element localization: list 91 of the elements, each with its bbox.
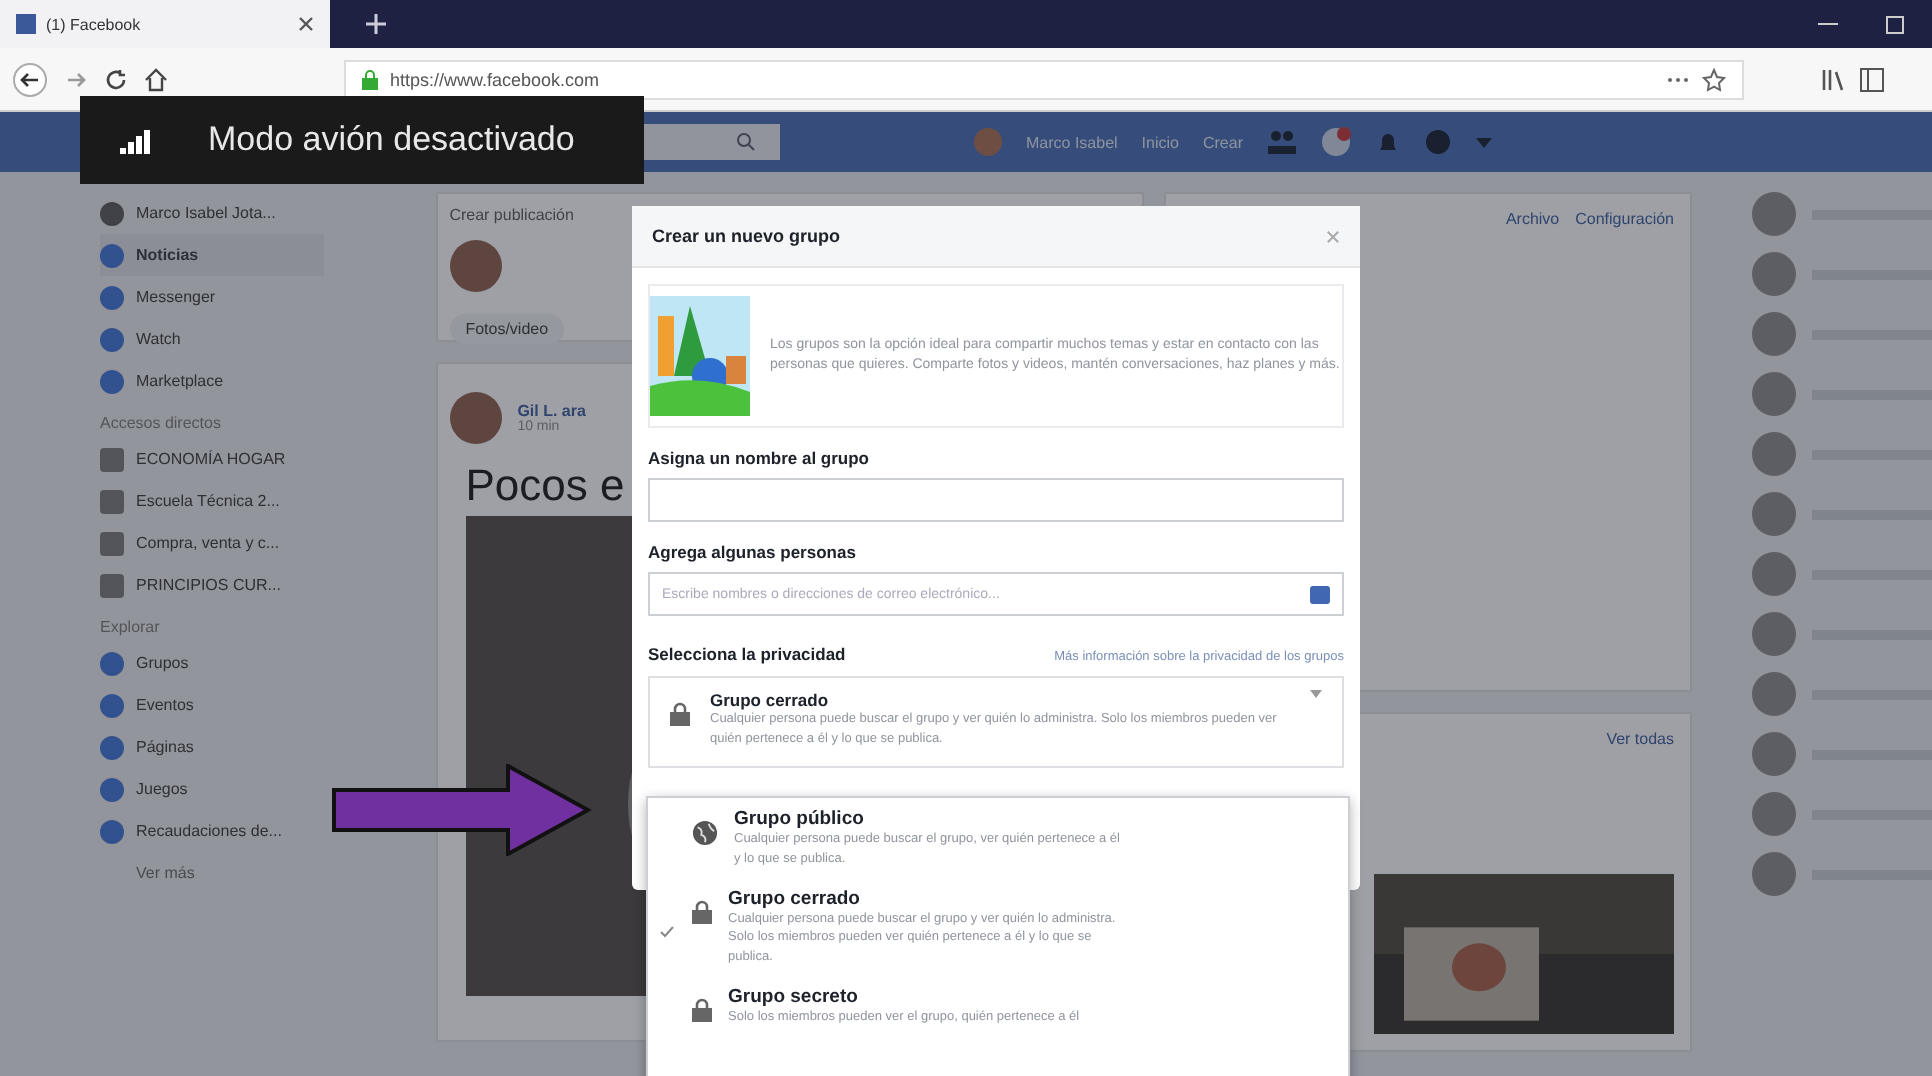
post-author[interactable]: Gil L. ara [517, 402, 586, 420]
app-icon [100, 777, 124, 801]
signal-icon [120, 126, 156, 154]
contacts-icon [1310, 585, 1330, 603]
contact-avatar[interactable] [1752, 312, 1796, 356]
star-icon[interactable] [1702, 67, 1726, 91]
profile-link[interactable]: Marco Isabel Jota... [136, 204, 276, 222]
app-icon [100, 243, 124, 267]
browser-tab[interactable]: (1) Facebook [0, 0, 330, 48]
sidebar-item[interactable]: Grupos [100, 642, 324, 684]
sidebar-item[interactable]: Compra, venta y c... [100, 522, 324, 564]
see-all-link[interactable]: Ver todas [1606, 730, 1674, 748]
sidebar-item[interactable]: Marketplace [100, 360, 324, 402]
check-icon [660, 925, 674, 937]
avatar[interactable] [974, 128, 1002, 156]
friends-icon[interactable] [1267, 130, 1295, 154]
search-icon [736, 132, 756, 152]
notification-toast: Modo avión desactivado [80, 96, 644, 184]
facebook-icon [16, 14, 36, 34]
sidebar-item[interactable]: Recaudaciones de... [100, 810, 324, 852]
back-icon[interactable] [12, 61, 48, 97]
field-label: Agrega algunas personas [648, 542, 858, 562]
caret-icon[interactable] [1475, 137, 1491, 147]
more-icon[interactable] [1666, 75, 1690, 83]
sidebar-item[interactable]: Messenger [100, 276, 324, 318]
dialog-title: Crear un nuevo grupo [652, 226, 841, 246]
sidebar-item[interactable]: PRINCIPIOS CUR... [100, 564, 324, 606]
contact-avatar[interactable] [1752, 372, 1796, 416]
composer-title: Crear publicación [449, 206, 576, 224]
sidebar-item[interactable]: Noticias [100, 234, 324, 276]
see-more-link[interactable]: Ver más [100, 852, 324, 894]
app-icon [100, 819, 124, 843]
field-label: Asigna un nombre al grupo [648, 448, 872, 468]
nav-link[interactable]: Crear [1202, 133, 1243, 151]
app-icon [100, 651, 124, 675]
group-icon [100, 573, 124, 597]
lock-icon [692, 997, 712, 1022]
field-label: Selecciona la privacidad [648, 644, 846, 664]
globe-icon [692, 820, 718, 846]
panel-link[interactable]: Configuración [1575, 210, 1674, 228]
sidebar-item[interactable]: Eventos [100, 684, 324, 726]
contact-avatar[interactable] [1752, 252, 1796, 296]
contact-avatar[interactable] [1752, 552, 1796, 596]
avatar [449, 240, 502, 292]
profile-link[interactable]: Marco Isabel [1026, 133, 1118, 151]
address-field[interactable]: https://www.facebook.com [344, 59, 1744, 99]
group-name-field[interactable] [648, 478, 1344, 522]
group-icon [100, 531, 124, 555]
contact-avatar[interactable] [1752, 492, 1796, 536]
contact-avatar[interactable] [1752, 792, 1796, 836]
avatar [449, 392, 502, 444]
app-icon [100, 285, 124, 309]
contact-avatar[interactable] [1752, 432, 1796, 476]
sidebar-item[interactable]: Escuela Técnica 2... [100, 480, 324, 522]
app-icon [100, 369, 124, 393]
sidebar-icon[interactable] [1860, 67, 1884, 91]
library-icon[interactable] [1820, 67, 1844, 91]
app-icon [100, 693, 124, 717]
group-icon [100, 447, 124, 471]
lock-icon [692, 899, 712, 923]
group-icon [100, 489, 124, 513]
new-tab-icon[interactable] [366, 14, 386, 34]
sidebar-item[interactable]: Páginas [100, 726, 324, 768]
contact-avatar[interactable] [1752, 192, 1796, 236]
nav-link[interactable]: Inicio [1141, 133, 1179, 151]
app-icon [100, 327, 124, 351]
section-heading: Explorar [100, 618, 162, 640]
help-icon[interactable] [1423, 128, 1451, 156]
contact-avatar[interactable] [1752, 852, 1796, 896]
sidebar-item[interactable]: Watch [100, 318, 324, 360]
lock-icon [362, 69, 378, 89]
close-icon[interactable] [298, 16, 314, 32]
post-headline: Pocos e [465, 460, 625, 512]
forward-icon[interactable] [64, 67, 88, 91]
lock-icon [670, 702, 690, 726]
maximize-icon[interactable] [1886, 15, 1904, 33]
bell-icon[interactable] [1375, 130, 1399, 154]
contact-avatar[interactable] [1752, 672, 1796, 716]
sidebar-item[interactable]: ECONOMÍA HOGAR [100, 438, 324, 480]
app-icon [100, 735, 124, 759]
section-heading: Accesos directos [100, 414, 223, 436]
photo-button[interactable]: Fotos/video [449, 314, 565, 344]
minimize-icon[interactable] [1818, 20, 1838, 28]
sidebar-item[interactable]: Juegos [100, 768, 324, 810]
contact-avatar[interactable] [1752, 732, 1796, 776]
avatar [100, 201, 124, 225]
messenger-icon[interactable] [1319, 126, 1351, 158]
reload-icon[interactable] [104, 67, 128, 91]
contact-avatar[interactable] [1752, 612, 1796, 656]
home-icon[interactable] [144, 67, 168, 91]
panel-link[interactable]: Archivo [1505, 210, 1560, 228]
